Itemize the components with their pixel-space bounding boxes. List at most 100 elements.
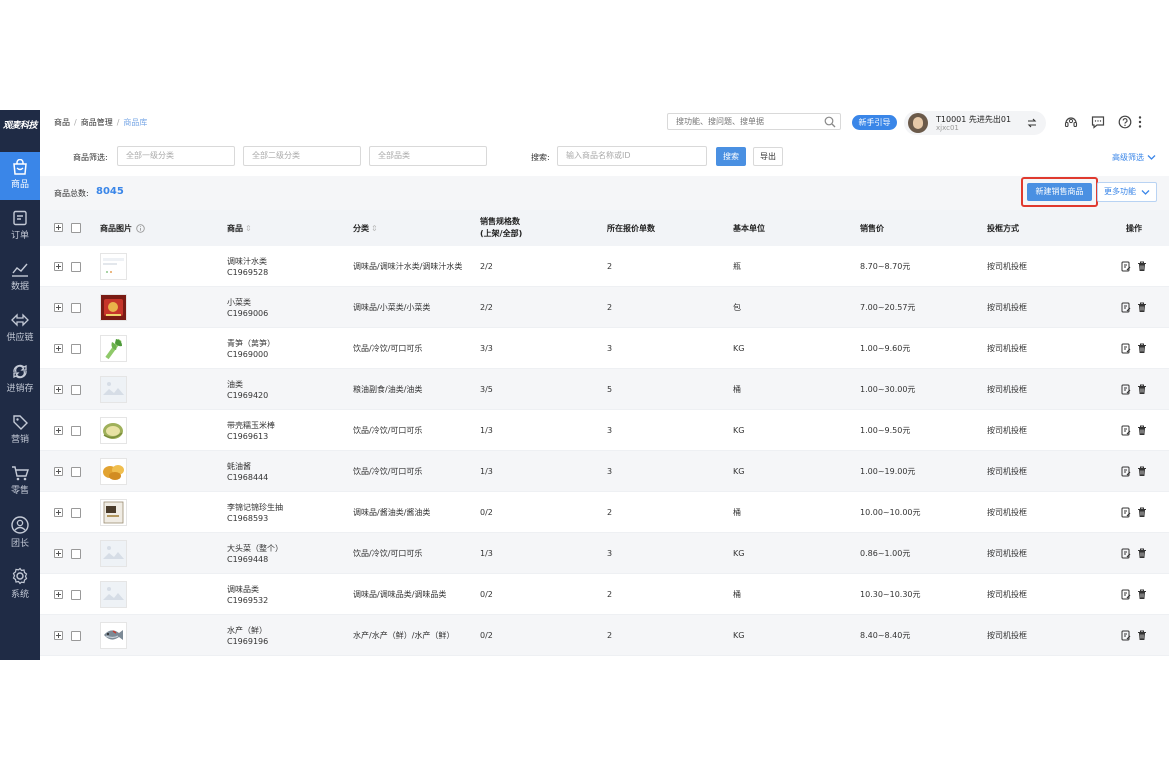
- row-checkbox[interactable]: [71, 385, 81, 395]
- table-row[interactable]: 调味汁水类 C1969528 调味品/调味汁水类/调味汁水类 2/2 2 瓶 8.70~8.…: [40, 246, 1169, 287]
- breadcrumb-item[interactable]: 商品: [54, 118, 70, 127]
- product-name[interactable]: 油类: [227, 379, 268, 390]
- product-search-input[interactable]: 输入商品名称或ID: [557, 146, 707, 166]
- edit-icon[interactable]: [1121, 425, 1131, 439]
- edit-icon[interactable]: [1121, 507, 1131, 521]
- table-row[interactable]: 大头菜（整个） C1969448 饮品/冷饮/可口可乐 1/3 3 KG 0.86~1.00…: [40, 533, 1169, 574]
- edit-icon[interactable]: [1121, 302, 1131, 316]
- sidebar-item-products[interactable]: 商品: [0, 152, 40, 200]
- level2-category-select[interactable]: 全部二级分类: [243, 146, 361, 166]
- edit-icon[interactable]: [1121, 466, 1131, 480]
- delete-icon[interactable]: [1137, 466, 1147, 480]
- col-header-category[interactable]: 分类 ⇕: [353, 210, 378, 246]
- product-name[interactable]: 带壳糯玉米棒: [227, 420, 275, 431]
- col-header-product[interactable]: 商品 ⇕: [227, 210, 252, 246]
- expand-all-toggle[interactable]: [54, 223, 63, 232]
- delete-icon[interactable]: [1137, 630, 1147, 644]
- delete-icon[interactable]: [1137, 343, 1147, 357]
- product-name[interactable]: 小菜类: [227, 297, 268, 308]
- row-checkbox[interactable]: [71, 467, 81, 477]
- row-checkbox[interactable]: [71, 508, 81, 518]
- more-vertical-icon[interactable]: [1137, 115, 1143, 129]
- product-image[interactable]: [100, 335, 127, 362]
- level1-category-select[interactable]: 全部一级分类: [117, 146, 235, 166]
- row-checkbox[interactable]: [71, 262, 81, 272]
- row-checkbox[interactable]: [71, 549, 81, 559]
- product-name[interactable]: 蚝油酱: [227, 461, 268, 472]
- table-row[interactable]: 李锦记锦珍生抽 C1968593 调味品/酱油类/酱油类 0/2 2 桶 10.00~10.…: [40, 492, 1169, 533]
- row-expand-toggle[interactable]: [54, 590, 63, 599]
- product-image[interactable]: [100, 581, 127, 608]
- sidebar-item-supply-chain[interactable]: 供应链: [0, 305, 40, 353]
- product-name[interactable]: 调味品类: [227, 584, 268, 595]
- delete-icon[interactable]: [1137, 302, 1147, 316]
- row-expand-toggle[interactable]: [54, 262, 63, 271]
- table-row[interactable]: 水产（鲜） C1969196 水产/水产（鲜）/水产（鲜） 0/2 2 KG 8.40~8.…: [40, 615, 1169, 656]
- row-expand-toggle[interactable]: [54, 508, 63, 517]
- breadcrumb-item[interactable]: 商品管理: [81, 118, 113, 127]
- delete-icon[interactable]: [1137, 261, 1147, 275]
- edit-icon[interactable]: [1121, 384, 1131, 398]
- user-profile[interactable]: T10001 先进先出01 xjxc01: [904, 111, 1046, 135]
- row-expand-toggle[interactable]: [54, 385, 63, 394]
- new-sales-product-button[interactable]: 新建销售商品: [1027, 183, 1092, 201]
- row-expand-toggle[interactable]: [54, 549, 63, 558]
- product-image[interactable]: [100, 253, 127, 280]
- sidebar-item-orders[interactable]: 订单: [0, 203, 40, 251]
- delete-icon[interactable]: [1137, 384, 1147, 398]
- product-name[interactable]: 水产（鲜）: [227, 625, 268, 636]
- sidebar-item-system[interactable]: 系统: [0, 560, 40, 608]
- edit-icon[interactable]: [1121, 589, 1131, 603]
- table-row[interactable]: 蚝油酱 C1968444 饮品/冷饮/可口可乐 1/3 3 KG 1.00~19.00元 按司…: [40, 451, 1169, 492]
- select-all-checkbox[interactable]: [71, 223, 81, 233]
- sidebar-item-retail[interactable]: 零售: [0, 458, 40, 506]
- delete-icon[interactable]: [1137, 589, 1147, 603]
- global-search-input[interactable]: [668, 114, 818, 129]
- table-row[interactable]: 小菜类 C1969006 调味品/小菜类/小菜类 2/2 2 包 7.00~20.57元 按司…: [40, 287, 1169, 328]
- row-expand-toggle[interactable]: [54, 344, 63, 353]
- table-row[interactable]: 油类 C1969420 粮油副食/油类/油类 3/5 5 桶 1.00~30.00元 按司机投…: [40, 369, 1169, 410]
- product-image[interactable]: [100, 294, 127, 321]
- row-expand-toggle[interactable]: [54, 631, 63, 640]
- product-name[interactable]: 调味汁水类: [227, 256, 268, 267]
- table-row[interactable]: 带壳糯玉米棒 C1969613 饮品/冷饮/可口可乐 1/3 3 KG 1.00~9.50元…: [40, 410, 1169, 451]
- sidebar-item-marketing[interactable]: 营销: [0, 407, 40, 455]
- sidebar-item-inventory[interactable]: 进销存: [0, 356, 40, 404]
- table-row[interactable]: 调味品类 C1969532 调味品/调味品类/调味品类 0/2 2 桶 10.30~10.3…: [40, 574, 1169, 615]
- product-image[interactable]: [100, 622, 127, 649]
- swap-icon[interactable]: [1027, 118, 1037, 128]
- product-image[interactable]: [100, 458, 127, 485]
- product-image[interactable]: [100, 499, 127, 526]
- edit-icon[interactable]: [1121, 548, 1131, 562]
- product-name[interactable]: 青笋（莴笋）: [227, 338, 275, 349]
- row-checkbox[interactable]: [71, 426, 81, 436]
- sidebar-item-group-leader[interactable]: 团长: [0, 509, 40, 557]
- advanced-filter-toggle[interactable]: 高级筛选: [1112, 152, 1156, 163]
- row-expand-toggle[interactable]: [54, 303, 63, 312]
- row-checkbox[interactable]: [71, 303, 81, 313]
- help-icon[interactable]: [1118, 115, 1132, 129]
- sort-icon[interactable]: ⇕: [245, 224, 252, 233]
- product-category-select[interactable]: 全部品类: [369, 146, 487, 166]
- delete-icon[interactable]: [1137, 548, 1147, 562]
- product-name[interactable]: 大头菜（整个）: [227, 543, 283, 554]
- row-checkbox[interactable]: [71, 590, 81, 600]
- sort-icon[interactable]: ⇕: [371, 224, 378, 233]
- product-image[interactable]: [100, 417, 127, 444]
- product-image[interactable]: [100, 540, 127, 567]
- export-button[interactable]: 导出: [753, 147, 783, 166]
- message-icon[interactable]: [1091, 115, 1105, 129]
- beginner-guide-button[interactable]: 新手引导: [852, 115, 897, 130]
- edit-icon[interactable]: [1121, 261, 1131, 275]
- delete-icon[interactable]: [1137, 425, 1147, 439]
- row-expand-toggle[interactable]: [54, 426, 63, 435]
- search-icon[interactable]: [824, 116, 836, 128]
- row-checkbox[interactable]: [71, 631, 81, 641]
- edit-icon[interactable]: [1121, 630, 1131, 644]
- row-checkbox[interactable]: [71, 344, 81, 354]
- info-icon[interactable]: [136, 223, 145, 233]
- delete-icon[interactable]: [1137, 507, 1147, 521]
- global-search-box[interactable]: [667, 113, 841, 130]
- product-image[interactable]: [100, 376, 127, 403]
- sidebar-item-data[interactable]: 数据: [0, 254, 40, 302]
